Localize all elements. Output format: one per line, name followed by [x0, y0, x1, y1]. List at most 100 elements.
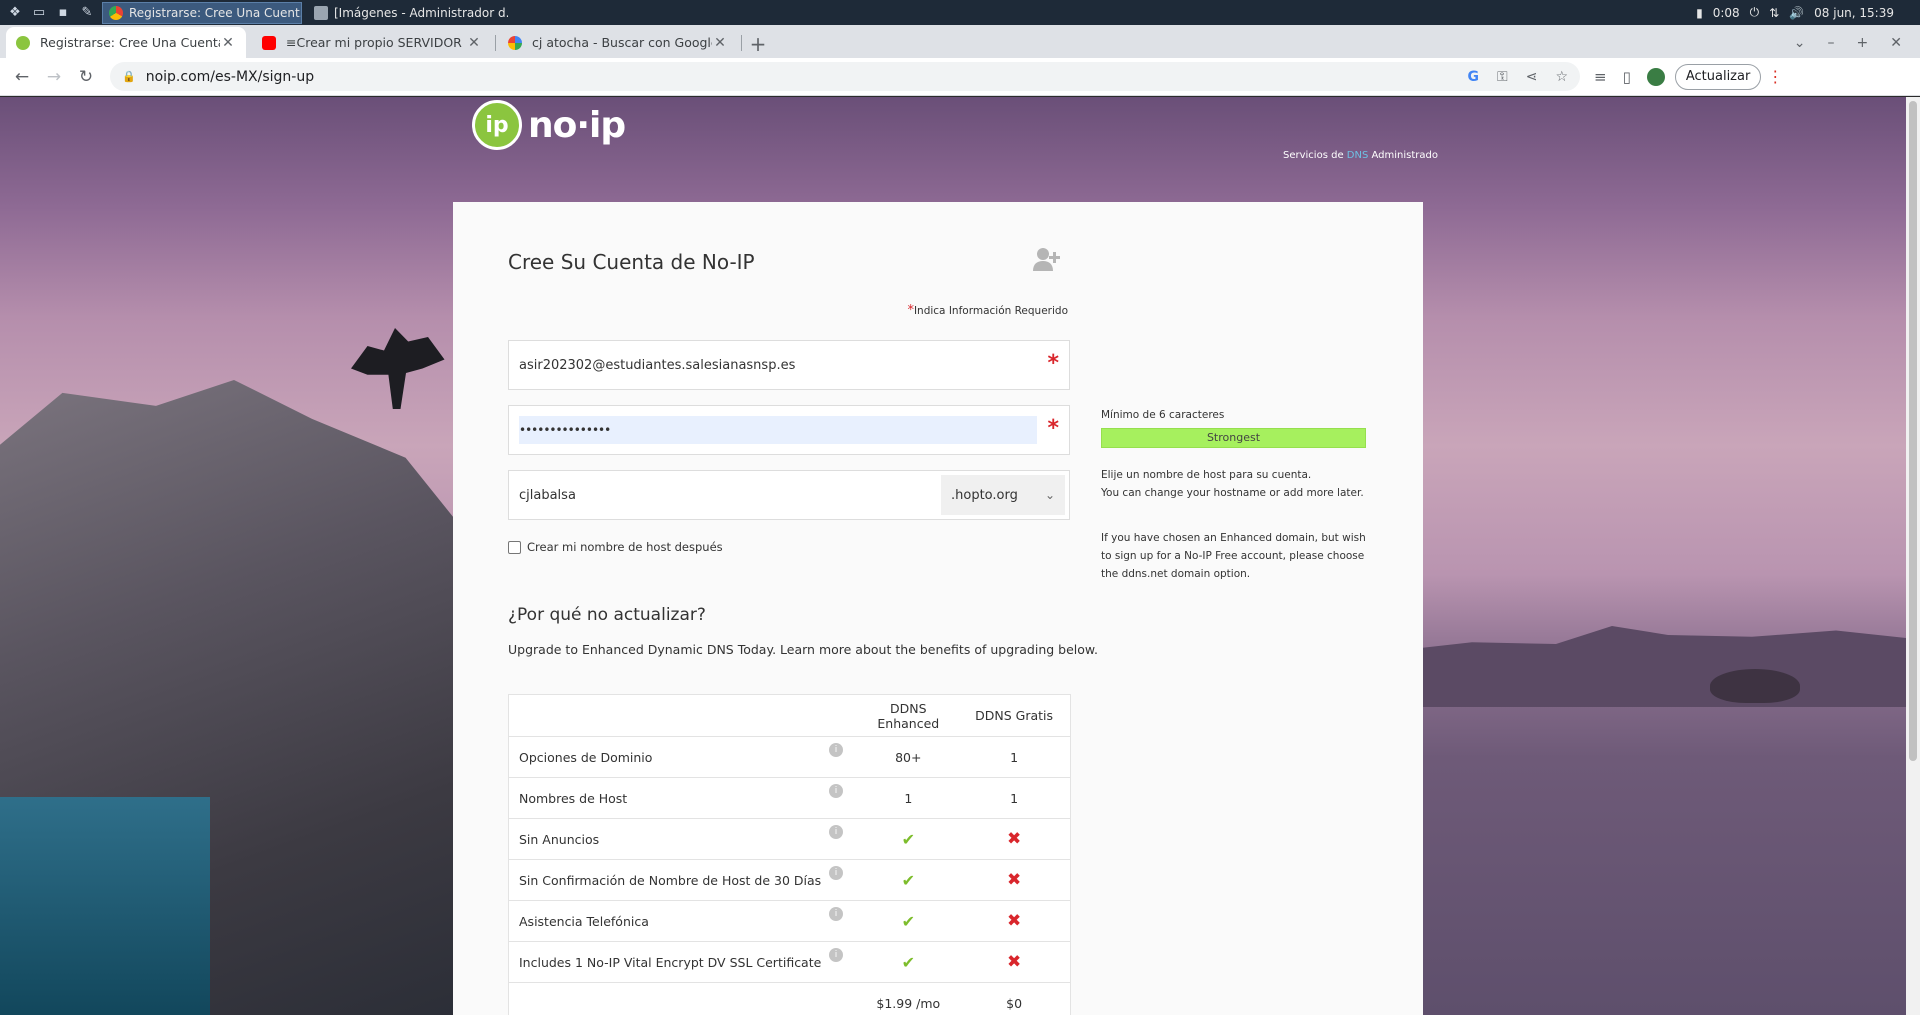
system-taskbar: ❖ ▭ ▪ ✎ Registrarse: Cree Una Cuent... [… — [0, 0, 1920, 25]
tab-noip-signup[interactable]: Registrarse: Cree Una Cuenta d ✕ — [6, 27, 246, 58]
cross-icon: ✖ — [1006, 952, 1022, 972]
menu-kebab-icon[interactable]: ⋮ — [1767, 67, 1783, 86]
minimize-icon[interactable]: – — [1828, 35, 1835, 51]
cross-icon: ✖ — [1006, 911, 1022, 931]
noip-favicon-icon — [16, 35, 30, 50]
background-water — [0, 797, 210, 1015]
chrome-icon — [109, 5, 123, 20]
update-button[interactable]: Actualizar — [1674, 63, 1762, 90]
close-icon[interactable]: ✕ — [220, 35, 236, 51]
bookmark-star-icon[interactable]: ☆ — [1555, 69, 1568, 85]
file-manager-icon[interactable]: ▭ — [30, 4, 48, 22]
background-boulder — [1710, 669, 1800, 703]
close-icon[interactable]: ✕ — [466, 35, 482, 51]
tab-title: ≡Crear mi propio SERVIDOR W — [286, 35, 466, 50]
clock[interactable]: 08 jun, 15:39 — [1814, 6, 1894, 20]
back-icon[interactable]: ← — [6, 61, 38, 93]
window-close-icon[interactable]: ✕ — [1890, 35, 1902, 51]
table-row: Sin Confirmación de Nombre de Host de 30… — [509, 859, 1070, 900]
google-lens-icon[interactable]: G — [1468, 69, 1480, 85]
info-icon[interactable]: i — [829, 783, 843, 798]
address-bar[interactable]: 🔒 noip.com/es-MX/sign-up G ⚿ ⋖ ☆ — [110, 62, 1580, 91]
tagline-dns: DNS — [1346, 150, 1369, 161]
enhanced-domain-help: If you have chosen an Enhanced domain, b… — [1101, 532, 1366, 580]
noip-logo-mark-icon: ip — [472, 100, 522, 150]
password-field[interactable]: ••••••••••••••• * — [508, 405, 1070, 455]
youtube-icon — [262, 35, 276, 50]
share-icon[interactable]: ⋖ — [1526, 69, 1538, 85]
noip-logo-text: no·ip — [528, 104, 626, 146]
google-icon — [508, 35, 522, 50]
side-panel-icon[interactable]: ▯ — [1623, 68, 1631, 86]
table-row: Sin Anuncios i ✔ ✖ — [509, 818, 1070, 859]
taskbar-task-images[interactable]: [Imágenes - Administrador d... — [308, 2, 508, 24]
feature-label: Asistencia Telefónica — [519, 913, 649, 929]
hostname-help: Elije un nombre de host para su cuenta. … — [1101, 466, 1364, 502]
feature-label: Nombres de Host — [519, 790, 628, 806]
check-icon: ✔ — [901, 952, 915, 972]
password-value: ••••••••••••••• — [519, 416, 1037, 444]
tab-search-icon[interactable]: ⌄ — [1794, 35, 1806, 51]
comparison-table: DDNS Enhanced DDNS Gratis Opciones de Do… — [508, 694, 1071, 1015]
browser-toolbar: ← → ↻ 🔒 noip.com/es-MX/sign-up G ⚿ ⋖ ☆ ≡… — [0, 58, 1920, 96]
page-scrollbar[interactable] — [1906, 97, 1920, 1015]
tab-title: cj atocha - Buscar con Google — [532, 35, 712, 50]
info-icon[interactable]: i — [829, 742, 843, 757]
check-icon: ✔ — [901, 911, 915, 931]
hostname-help-line1: Elije un nombre de host para su cuenta. — [1101, 469, 1312, 481]
info-icon[interactable]: i — [829, 865, 843, 880]
info-icon[interactable]: i — [829, 906, 843, 921]
profile-avatar[interactable] — [1646, 67, 1665, 86]
feature-label: Opciones de Dominio — [519, 749, 653, 765]
taskbar-task-browser[interactable]: Registrarse: Cree Una Cuent... — [102, 1, 302, 24]
network-icon[interactable]: ⇅ — [1769, 6, 1779, 20]
text-editor-icon[interactable]: ✎ — [78, 4, 96, 22]
table-row-price: $1.99 /mo $0 — [509, 982, 1070, 1015]
create-host-later[interactable]: Crear mi nombre de host después — [508, 540, 723, 554]
table-header: DDNS Enhanced DDNS Gratis — [509, 695, 1070, 736]
url-text: noip.com/es-MX/sign-up — [145, 68, 315, 85]
feature-label: Sin Anuncios — [519, 831, 600, 847]
info-icon[interactable]: i — [829, 824, 843, 839]
taskbar-task-label: [Imágenes - Administrador d... — [334, 5, 508, 20]
key-icon[interactable]: ⚿ — [1497, 69, 1508, 85]
volume-icon[interactable]: 🔊 — [1789, 6, 1804, 20]
price-enhanced: $1.99 /mo — [876, 995, 941, 1011]
close-icon[interactable]: ✕ — [712, 35, 728, 51]
hostname-value: cjlabalsa — [519, 487, 576, 503]
maximize-icon[interactable]: + — [1857, 35, 1869, 51]
battery-icon[interactable]: ▮ — [1696, 6, 1703, 20]
hostname-field[interactable]: cjlabalsa .hopto.org ⌄ — [508, 470, 1070, 520]
tab-google-search[interactable]: cj atocha - Buscar con Google ✕ — [498, 27, 742, 58]
page-title: Cree Su Cuenta de No-IP — [508, 250, 755, 274]
required-star-icon: * — [1047, 416, 1059, 441]
cross-icon: ✖ — [1006, 829, 1022, 849]
forward-icon[interactable]: → — [38, 61, 70, 93]
reading-list-icon[interactable]: ≡ — [1594, 68, 1607, 86]
signup-card: Cree Su Cuenta de No-IP * Indica Informac… — [453, 202, 1423, 1015]
reload-icon[interactable]: ↻ — [70, 61, 102, 93]
free-value: 1 — [1010, 790, 1019, 806]
lock-icon[interactable]: 🔒 — [122, 70, 136, 83]
app-menu-icon[interactable]: ❖ — [6, 4, 24, 22]
feature-label: Includes 1 No-IP Vital Encrypt DV SSL Ce… — [519, 954, 822, 970]
battery-time: 0:08 — [1712, 5, 1740, 20]
table-row: Nombres de Host i 1 1 — [509, 777, 1070, 818]
tab-youtube[interactable]: ≡Crear mi propio SERVIDOR W ✕ — [252, 27, 496, 58]
email-value: asir202302@estudiantes.salesianasnsp.es — [519, 357, 796, 373]
noip-logo[interactable]: ip no·ip — [472, 100, 626, 150]
required-star-icon: * — [1047, 351, 1059, 376]
info-icon[interactable]: i — [829, 947, 843, 962]
email-field[interactable]: asir202302@estudiantes.salesianasnsp.es … — [508, 340, 1070, 390]
create-host-later-checkbox[interactable] — [508, 540, 521, 554]
power-plug-icon[interactable]: ⏻ — [1750, 5, 1760, 20]
required-note-text: Indica Información Requerido — [913, 305, 1068, 317]
terminal-icon[interactable]: ▪ — [54, 4, 72, 22]
add-user-icon — [1033, 246, 1063, 272]
domain-select[interactable]: .hopto.org ⌄ — [941, 475, 1065, 515]
scrollbar-thumb[interactable] — [1909, 101, 1917, 761]
table-row: Includes 1 No-IP Vital Encrypt DV SSL Ce… — [509, 941, 1070, 982]
new-tab-button[interactable]: + — [744, 30, 772, 58]
enhanced-value: 1 — [904, 790, 913, 806]
enhanced-value: 80+ — [895, 749, 922, 765]
